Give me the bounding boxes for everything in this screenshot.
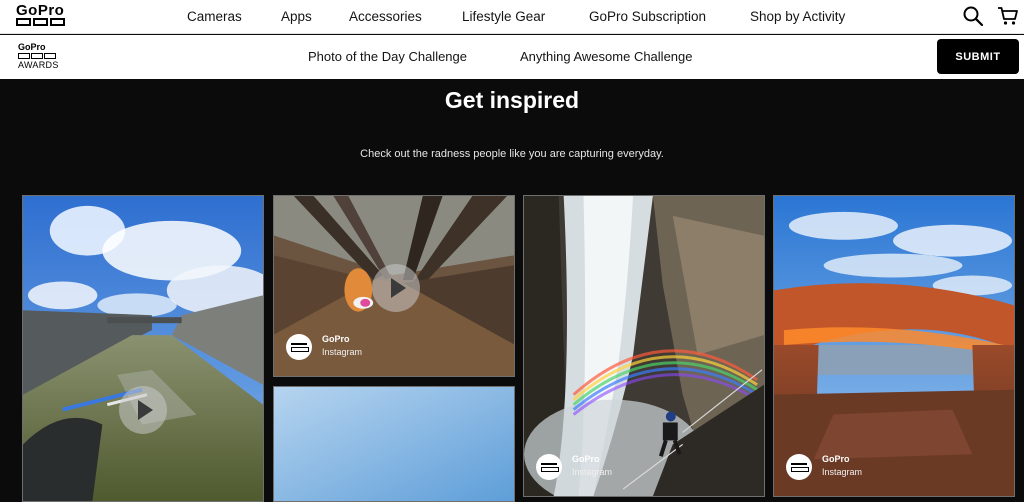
gallery-tile-spillway[interactable] [22, 195, 264, 502]
logo-mark [16, 18, 65, 26]
anything-awesome-link[interactable]: Anything Awesome Challenge [520, 49, 693, 64]
gopro-avatar [536, 454, 562, 480]
gallery-tile-arch[interactable]: GoPro Instagram [773, 195, 1015, 497]
account-name: GoPro [572, 454, 600, 464]
logo-text: GoPro [16, 2, 65, 19]
nav-lifestyle-gear[interactable]: Lifestyle Gear [462, 9, 545, 24]
gallery-tile-sky[interactable] [273, 386, 515, 502]
play-video-button[interactable] [372, 264, 420, 312]
nav-cameras[interactable]: Cameras [187, 9, 242, 24]
page-subtitle: Check out the radness people like you ar… [360, 148, 664, 160]
gopro-logo[interactable]: GoPro [16, 2, 84, 26]
submit-button[interactable]: SUBMIT [937, 39, 1019, 74]
gopro-avatar [286, 334, 312, 360]
photo-of-the-day-link[interactable]: Photo of the Day Challenge [308, 49, 467, 64]
nav-shop-by-activity[interactable]: Shop by Activity [750, 9, 845, 24]
search-icon[interactable] [962, 5, 984, 27]
waterfall-photo [524, 196, 764, 496]
awards-mark [18, 53, 68, 59]
gallery-tile-waterfall[interactable]: GoPro Instagram [523, 195, 765, 497]
nav-apps[interactable]: Apps [281, 9, 312, 24]
spillway-photo [23, 196, 263, 501]
sky-photo [274, 387, 514, 501]
page-title: Get inspired [444, 87, 580, 113]
source-label: Instagram [572, 467, 613, 477]
gopro-avatar [786, 454, 812, 480]
account-name: GoPro [322, 334, 350, 344]
nav-accessories[interactable]: Accessories [349, 9, 422, 24]
cart-icon[interactable] [997, 5, 1019, 27]
source-label: Instagram [322, 347, 363, 357]
gopro-awards-logo[interactable]: GoPro AWARDS [18, 43, 68, 70]
play-video-button[interactable] [119, 386, 167, 434]
awards-subnav: GoPro AWARDS Photo of the Day Challenge … [0, 35, 1024, 79]
awards-label: AWARDS [18, 60, 59, 70]
arch-photo [774, 196, 1014, 496]
nav-gopro-subscription[interactable]: GoPro Subscription [589, 9, 706, 24]
source-label: Instagram [822, 467, 863, 477]
awards-brand: GoPro [18, 42, 46, 52]
gallery-tile-forest-ride[interactable]: GoPro Instagram [273, 195, 515, 377]
top-navigation: GoPro Cameras Apps Accessories Lifestyle… [0, 0, 1024, 34]
account-name: GoPro [822, 454, 850, 464]
